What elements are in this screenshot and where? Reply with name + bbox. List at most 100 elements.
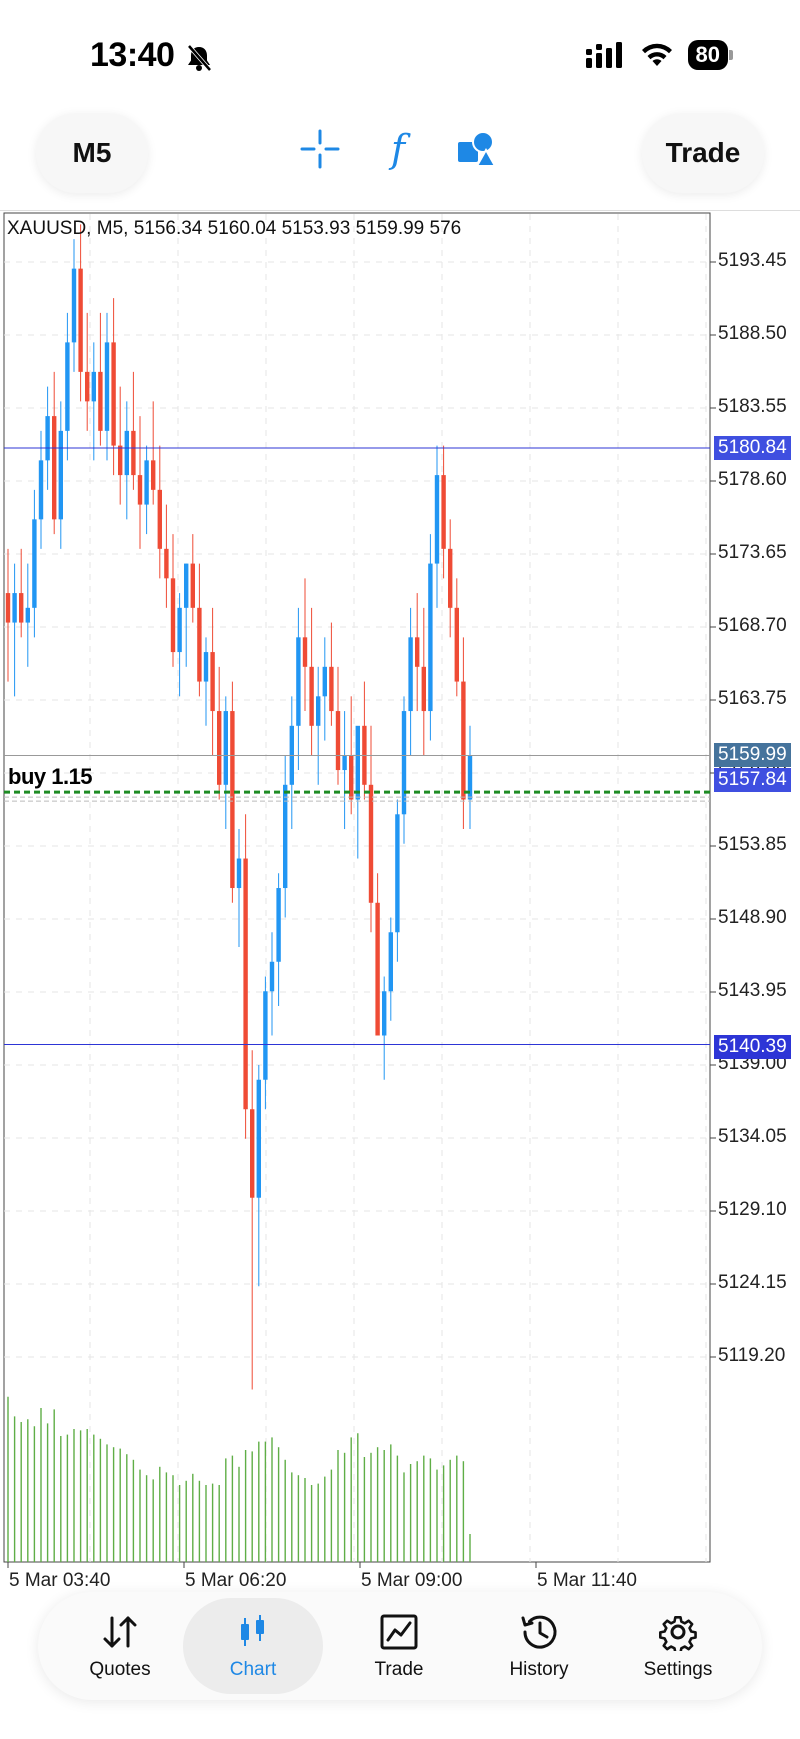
price-chart[interactable]: XAUUSD, M5, 5156.34 5160.04 5153.93 5159… xyxy=(0,212,800,1591)
price-tick-label: 5173.65 xyxy=(718,542,787,563)
price-tick-label: 5193.45 xyxy=(718,250,787,271)
candle-body xyxy=(85,371,90,402)
indicators-function-icon[interactable]: f xyxy=(376,127,420,171)
entry-price-tag: 5157.84 xyxy=(714,768,791,792)
position-label: buy 1.15 xyxy=(8,764,93,789)
quotes-icon xyxy=(100,1611,140,1653)
toolbar-divider xyxy=(0,210,800,211)
candle-body xyxy=(164,548,169,579)
candle-body xyxy=(184,563,189,608)
nav-history[interactable]: History xyxy=(469,1592,609,1700)
candle-body xyxy=(388,932,393,992)
candle-body xyxy=(408,637,413,712)
price-tick-label: 5119.20 xyxy=(718,1345,786,1366)
time-tick-label: 5 Mar 11:40 xyxy=(537,1570,637,1591)
nav-quotes-label: Quotes xyxy=(89,1659,151,1680)
price-tick-label: 5129.10 xyxy=(718,1199,787,1220)
candle-body xyxy=(58,430,63,520)
candle-body xyxy=(223,711,228,785)
nav-chart[interactable]: Chart xyxy=(183,1598,323,1694)
cellular-signal-icon xyxy=(585,42,622,68)
settings-gear-icon xyxy=(659,1611,697,1653)
candle-body xyxy=(441,475,446,549)
candle-body xyxy=(263,991,268,1080)
candle-body xyxy=(342,755,347,771)
nav-settings-label: Settings xyxy=(643,1659,713,1680)
candle-body xyxy=(19,593,24,623)
candle-body xyxy=(368,784,374,903)
candle-body xyxy=(428,563,433,712)
candle-body xyxy=(243,858,248,1110)
candle-body xyxy=(309,666,314,726)
candle-body xyxy=(276,888,281,962)
battery-indicator: 80 xyxy=(687,40,734,70)
candle-body xyxy=(197,607,202,682)
candle-body xyxy=(91,371,96,402)
candle-body xyxy=(32,519,37,608)
nav-chart-label: Chart xyxy=(229,1659,277,1680)
candle-body xyxy=(395,814,400,933)
trade-button[interactable]: Trade xyxy=(642,113,764,193)
resistance-level-tag: 5180.84 xyxy=(714,436,791,460)
bottom-navigation: Quotes Chart Trade History Settings xyxy=(38,1592,762,1700)
candle-body xyxy=(210,652,215,712)
candle-body xyxy=(250,1109,255,1198)
candle-body xyxy=(302,637,308,667)
candle-body xyxy=(448,548,453,608)
candle-body xyxy=(65,342,70,431)
candle-body xyxy=(157,489,162,549)
candle-body xyxy=(421,666,426,712)
status-bar: 13:40 80 xyxy=(0,0,800,110)
candle-body xyxy=(382,991,387,1036)
price-tick-label: 5134.05 xyxy=(718,1126,787,1147)
candle-body xyxy=(335,711,341,771)
candle-body xyxy=(230,711,235,889)
time-tick-label: 5 Mar 03:40 xyxy=(9,1570,111,1591)
bid-price-tag: 5159.99 xyxy=(714,743,791,767)
candle-body xyxy=(296,637,301,726)
candle-body xyxy=(52,416,57,520)
price-tick-label: 5124.15 xyxy=(718,1272,787,1293)
candle-body xyxy=(45,416,50,461)
history-clock-icon xyxy=(519,1611,559,1653)
chart-canvas[interactable] xyxy=(0,212,800,1587)
candle-body xyxy=(71,268,77,343)
nav-trade-label: Trade xyxy=(374,1659,424,1680)
time-tick-label: 5 Mar 06:20 xyxy=(185,1570,287,1591)
candle-body xyxy=(118,445,123,476)
nav-settings[interactable]: Settings xyxy=(608,1592,748,1700)
candle-body xyxy=(104,342,110,431)
candlestick-chart-icon xyxy=(238,1611,268,1653)
chart-frame xyxy=(3,212,711,1563)
price-tick-label: 5188.50 xyxy=(718,323,787,344)
candle-body xyxy=(124,430,129,476)
candle-body xyxy=(38,460,44,520)
candle-body xyxy=(355,725,360,800)
support-level-tag: 5140.39 xyxy=(714,1035,791,1059)
candle-body xyxy=(203,652,209,682)
candle-body xyxy=(283,784,288,889)
candle-body xyxy=(461,681,466,800)
candle-body xyxy=(98,371,103,431)
bell-muted-icon xyxy=(187,44,212,72)
candle-body xyxy=(78,268,83,372)
price-tick-label: 5168.70 xyxy=(718,615,787,636)
candle-body xyxy=(177,607,182,653)
candle-body xyxy=(329,666,334,712)
candle-body xyxy=(137,475,143,505)
chart-toolbar: M5 f Trade xyxy=(0,105,800,205)
candle-body xyxy=(434,475,440,564)
candle-body xyxy=(131,430,136,476)
candle-body xyxy=(256,1079,261,1198)
price-tick-label: 5183.55 xyxy=(718,396,787,417)
crosshair-icon[interactable] xyxy=(298,127,342,171)
timeframe-button[interactable]: M5 xyxy=(36,113,148,193)
candle-body xyxy=(415,637,420,667)
nav-quotes[interactable]: Quotes xyxy=(50,1592,190,1700)
candle-body xyxy=(144,460,149,505)
candle-body xyxy=(236,858,242,889)
candle-body xyxy=(190,563,195,608)
nav-trade[interactable]: Trade xyxy=(329,1592,469,1700)
objects-shapes-icon[interactable] xyxy=(454,127,498,171)
nav-history-label: History xyxy=(509,1659,569,1680)
